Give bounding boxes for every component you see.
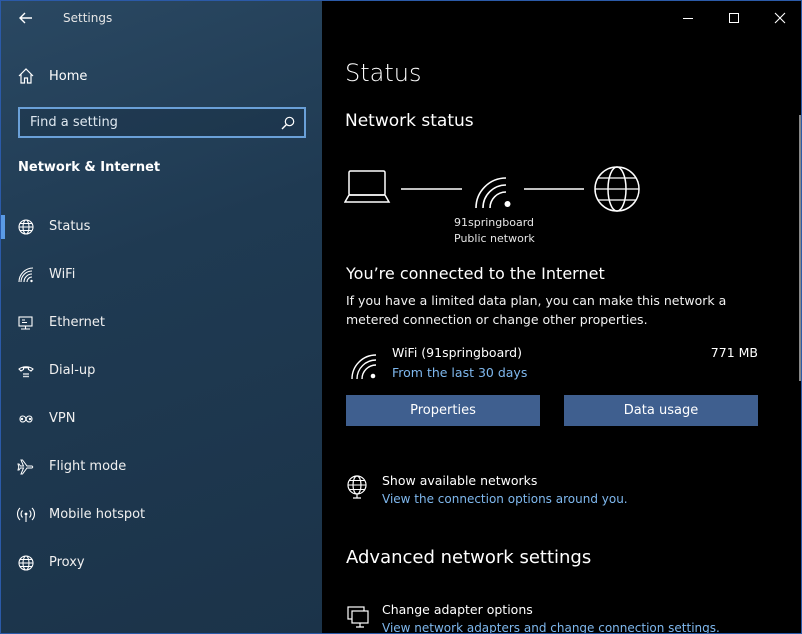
network-info: 91springboard Public network [454, 215, 535, 247]
page-title: Status [345, 59, 422, 87]
scrollbar[interactable] [799, 115, 801, 381]
sidebar-item-mobile-hotspot[interactable]: Mobile hotspot [1, 495, 322, 535]
settings-window: Settings Home Find a setting Network & I… [0, 0, 802, 634]
sidebar-item-label: Proxy [49, 555, 85, 570]
advanced-settings-heading: Advanced network settings [346, 547, 592, 568]
sidebar-item-vpn[interactable]: VPN [1, 399, 322, 439]
hotspot-icon [17, 507, 35, 522]
sidebar-item-proxy[interactable]: Proxy [1, 543, 322, 583]
home-label: Home [49, 68, 88, 84]
sidebar-item-label: VPN [49, 411, 76, 426]
home-icon [18, 68, 34, 84]
globe-icon [18, 219, 34, 235]
main-content: Status Network status 91springboard Publ… [322, 1, 801, 633]
minimize-button[interactable] [665, 1, 711, 35]
sidebar-item-label: Dial-up [49, 363, 96, 378]
back-arrow-icon [19, 12, 32, 24]
connection-status-heading: You’re connected to the Internet [346, 264, 605, 283]
globe-network-icon [347, 475, 367, 499]
ethernet-icon [18, 316, 33, 330]
data-usage-button[interactable]: Data usage [564, 395, 758, 426]
search-icon[interactable] [280, 115, 296, 131]
dialup-icon [18, 366, 34, 378]
internet-globe-icon [594, 166, 640, 212]
maximize-icon [729, 13, 739, 23]
sidebar-item-status[interactable]: Status [1, 207, 322, 247]
network-status-heading: Network status [345, 111, 474, 131]
close-icon [774, 12, 786, 24]
adapter-options-link[interactable]: View network adapters and change connect… [382, 621, 720, 633]
sidebar-item-label: Ethernet [49, 315, 105, 330]
minimize-icon [683, 18, 693, 19]
adapter-icon [347, 606, 369, 628]
adapter-options-title[interactable]: Change adapter options [382, 602, 533, 617]
airplane-icon [17, 459, 34, 475]
vpn-icon [19, 415, 33, 423]
connection-description: If you have a limited data plan, you can… [346, 293, 727, 327]
show-networks-link[interactable]: View the connection options around you. [382, 492, 628, 506]
change-adapter-options[interactable]: Change adapter options View network adap… [346, 602, 766, 633]
search-box[interactable]: Find a setting [18, 107, 306, 138]
show-networks-title[interactable]: Show available networks [382, 473, 537, 488]
window-title: Settings [63, 11, 113, 25]
laptop-icon [344, 170, 391, 203]
search-input[interactable]: Find a setting [30, 115, 280, 130]
wifi-network-name: WiFi (91springboard) [392, 345, 522, 360]
section-title: Network & Internet [18, 160, 161, 175]
usage-period: From the last 30 days [392, 365, 528, 380]
sidebar: Settings Home Find a setting Network & I… [1, 1, 322, 633]
sidebar-item-label: Flight mode [49, 459, 127, 474]
wifi-icon [351, 354, 377, 380]
show-available-networks[interactable]: Show available networks View the connect… [346, 473, 766, 513]
maximize-button[interactable] [711, 1, 757, 35]
sidebar-item-wifi[interactable]: WiFi [1, 255, 322, 295]
home-link[interactable]: Home [17, 65, 87, 87]
globe-icon [18, 555, 34, 571]
sidebar-item-dialup[interactable]: Dial-up [1, 351, 322, 391]
wifi-usage-row: WiFi (91springboard) From the last 30 da… [346, 343, 758, 383]
sidebar-item-flight-mode[interactable]: Flight mode [1, 447, 322, 487]
back-button[interactable] [15, 7, 37, 29]
sidebar-item-label: Mobile hotspot [49, 507, 146, 522]
window-controls [665, 1, 801, 35]
network-diagram [344, 166, 640, 212]
data-usage-amount: 771 MB [710, 345, 758, 360]
network-name: 91springboard [454, 216, 535, 229]
sidebar-item-label: Status [49, 219, 91, 234]
sidebar-item-label: WiFi [49, 267, 76, 282]
properties-button[interactable]: Properties [346, 395, 540, 426]
network-type: Public network [454, 232, 535, 245]
sidebar-item-ethernet[interactable]: Ethernet [1, 303, 322, 343]
close-button[interactable] [757, 1, 801, 35]
wifi-signal-icon [475, 177, 511, 209]
wifi-icon [18, 267, 34, 283]
